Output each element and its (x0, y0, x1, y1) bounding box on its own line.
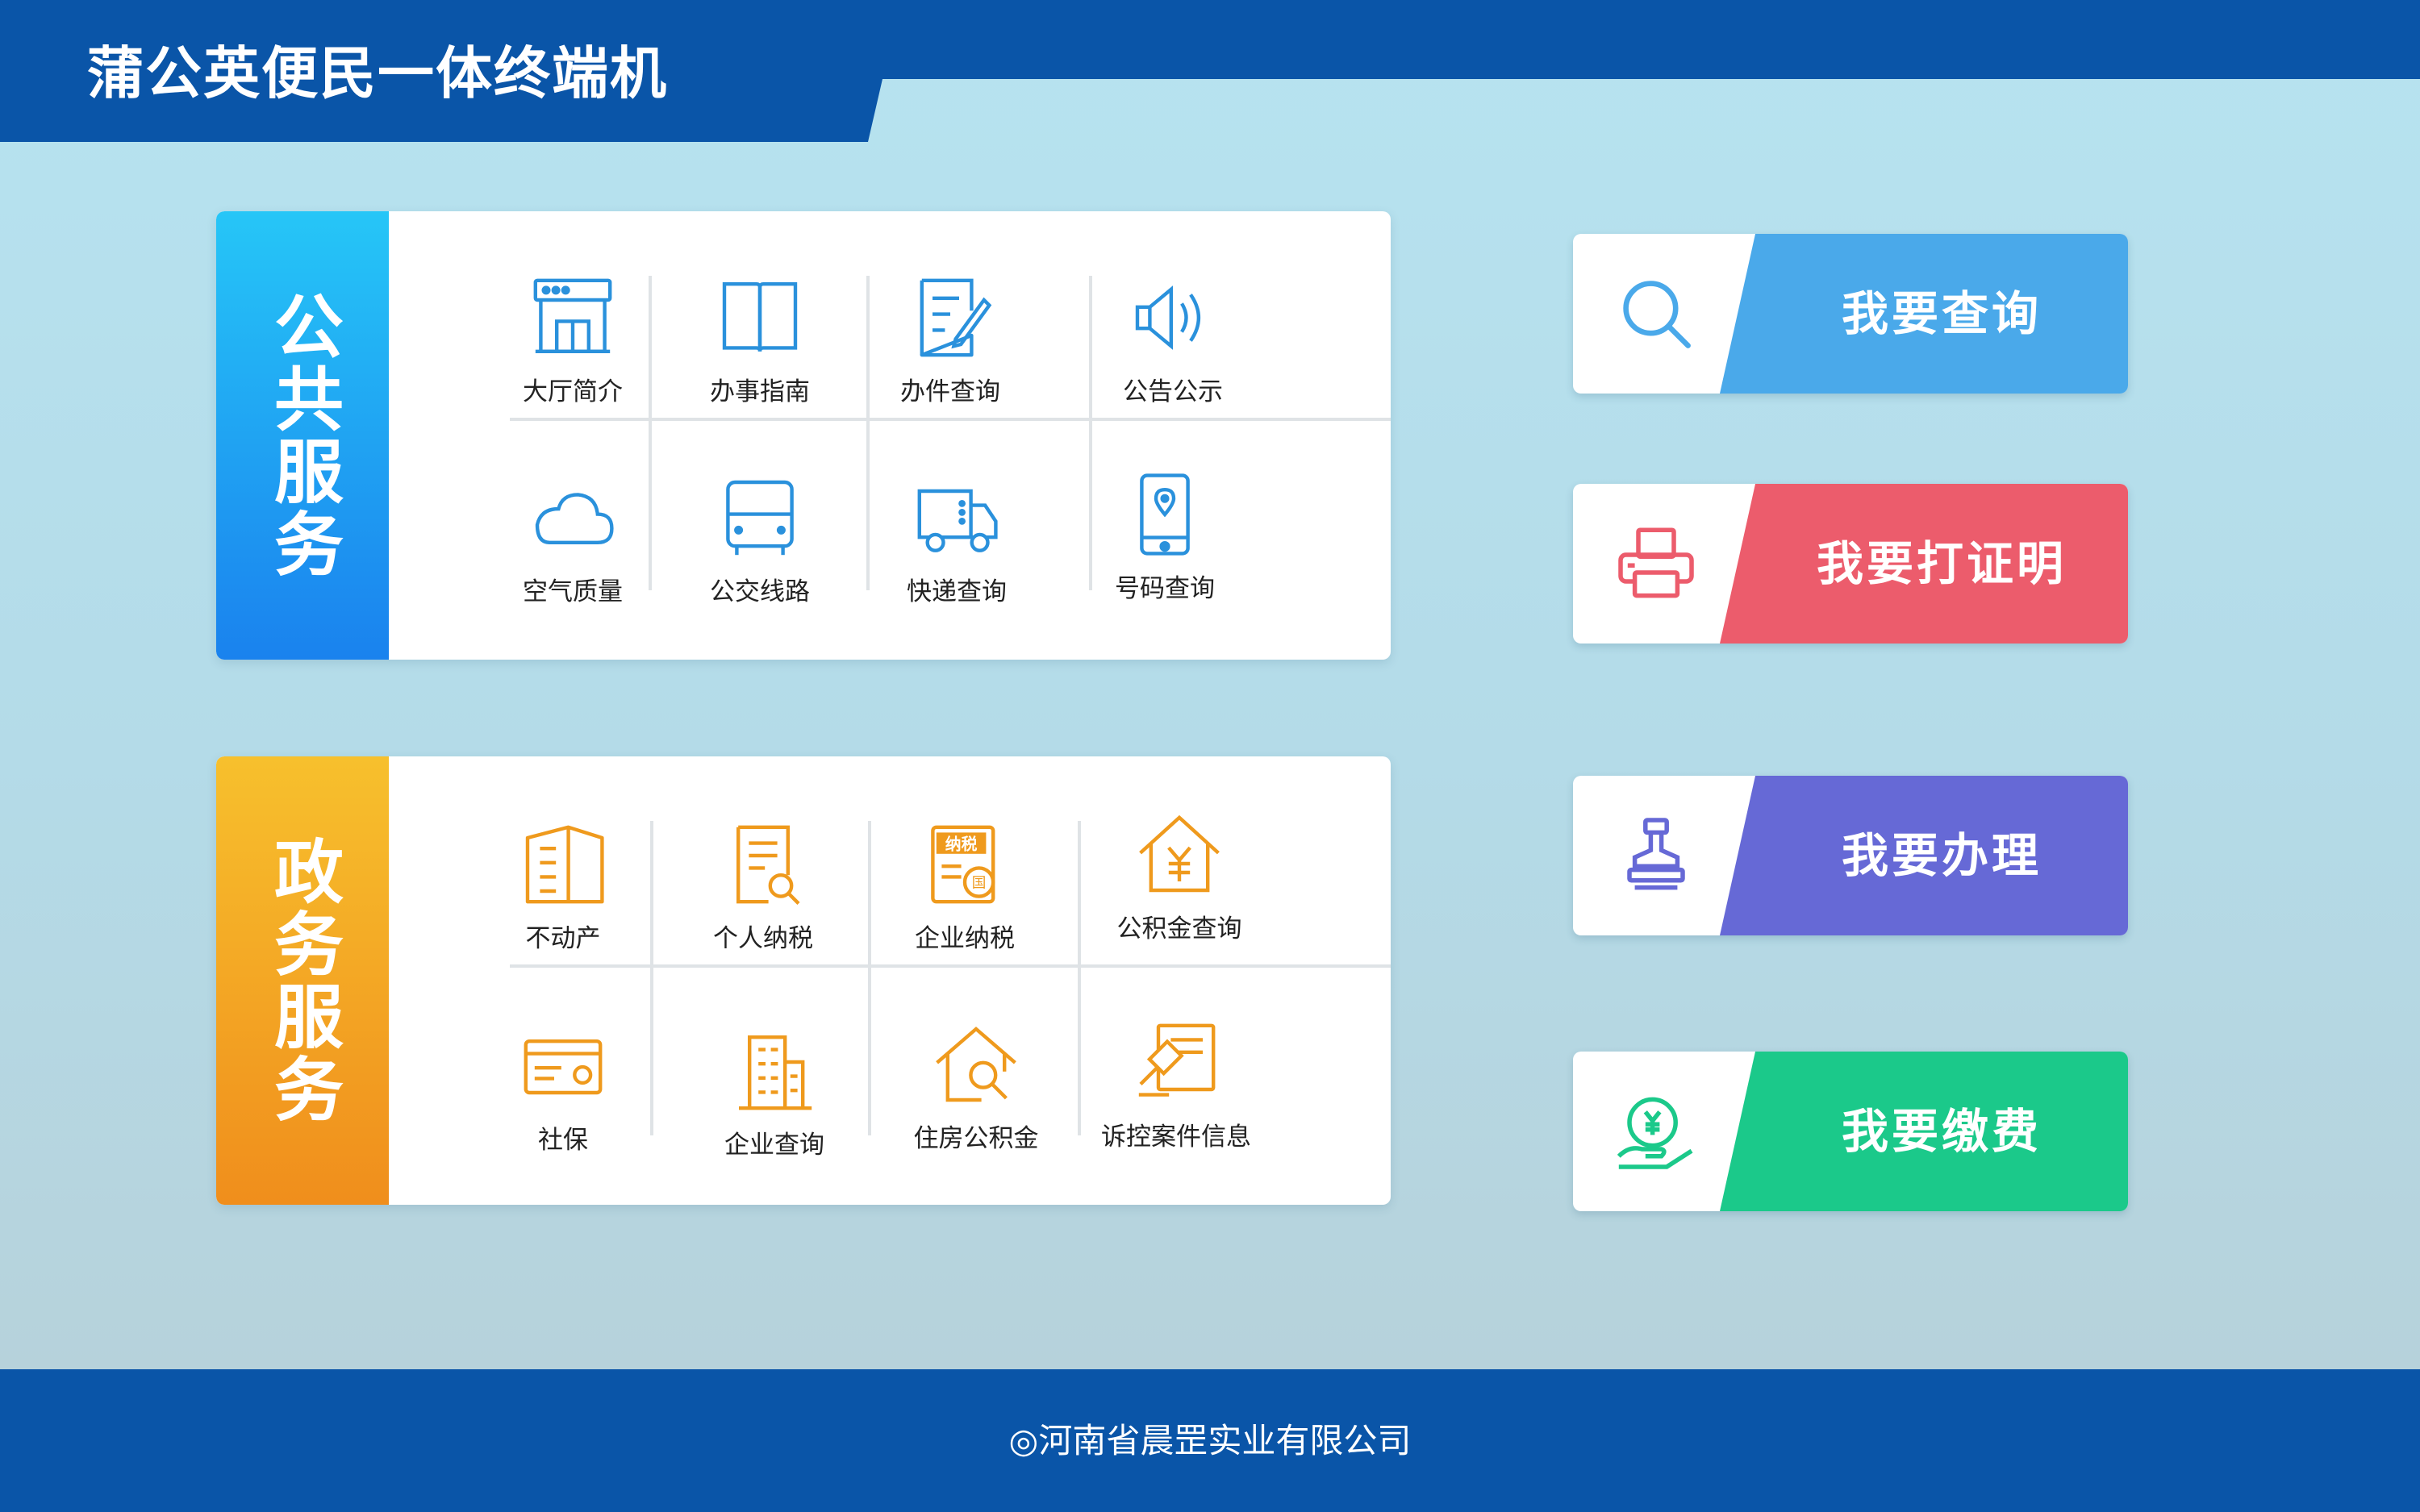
tile-label: 办件查询 (900, 371, 1000, 407)
public-services-label-block: 公共服务 (216, 211, 389, 660)
truck-icon (908, 469, 1005, 566)
query-button[interactable]: 我要查询 (1573, 234, 2128, 394)
tile-real-estate[interactable]: 不动产 (466, 816, 660, 977)
payment-button-label: 我要缴费 (1755, 1052, 2128, 1211)
gov-services-panel: 政务服务 不动产 (216, 756, 1391, 1205)
tile-label: 不动产 (526, 918, 601, 954)
bus-icon (711, 469, 808, 566)
tile-personal-tax[interactable]: 个人纳税 (666, 816, 860, 977)
tile-label: 诉控案件信息 (1101, 1116, 1251, 1152)
tile-label: 住房公积金 (914, 1118, 1039, 1154)
public-services-panel: 公共服务 大厅简介 (216, 211, 1391, 660)
tile-label: 快递查询 (907, 571, 1007, 607)
print-certificate-button[interactable]: 我要打证明 (1573, 484, 2128, 644)
handle-button[interactable]: 我要办理 (1573, 776, 2128, 935)
search-icon (1612, 269, 1700, 358)
public-services-grid: 大厅简介 办事指南 (389, 211, 1391, 660)
gov-services-label: 政务服务 (252, 835, 353, 1126)
tile-air-quality[interactable]: 空气质量 (476, 469, 670, 631)
gov-services-label-block: 政务服务 (216, 756, 389, 1205)
svg-text:国: 国 (972, 876, 987, 892)
tile-hall-intro[interactable]: 大厅简介 (476, 269, 670, 431)
tile-litigation-info[interactable]: 诉控案件信息 (1079, 1014, 1273, 1176)
phone-location-icon (1116, 466, 1213, 563)
house-yuan-icon (1131, 806, 1228, 903)
office-building-icon (726, 1023, 823, 1119)
tile-label: 公告公示 (1123, 371, 1223, 407)
print-certificate-button-label: 我要打证明 (1755, 484, 2128, 644)
tax-stamp-icon: 纳税 国 (916, 816, 1013, 913)
building-icon (515, 816, 611, 913)
tile-express-query[interactable]: 快递查询 (860, 469, 1054, 631)
svg-text:纳税: 纳税 (945, 835, 978, 853)
public-services-label: 公共服务 (252, 290, 353, 581)
tile-label: 空气质量 (523, 571, 623, 607)
tile-corporate-tax[interactable]: 纳税 国 企业纳税 (868, 816, 1062, 977)
tile-label: 公交线路 (710, 571, 810, 607)
tile-company-query[interactable]: 企业查询 (678, 1023, 871, 1184)
document-search-icon (715, 816, 812, 913)
tile-announcement[interactable]: 公告公示 (1076, 269, 1270, 431)
gavel-icon (1128, 1014, 1225, 1111)
tile-social-security[interactable]: 社保 (466, 1018, 660, 1179)
payment-button[interactable]: 我要缴费 (1573, 1052, 2128, 1211)
tile-number-query[interactable]: 号码查询 (1068, 466, 1262, 627)
hall-icon (524, 269, 621, 366)
document-edit-icon (902, 269, 999, 366)
book-icon (711, 269, 808, 366)
tile-provident-fund-query[interactable]: 公积金查询 (1083, 806, 1276, 968)
card-icon (515, 1018, 611, 1114)
tile-label: 企业查询 (724, 1124, 824, 1160)
tile-label: 办事指南 (710, 371, 810, 407)
query-button-label: 我要查询 (1755, 234, 2128, 394)
stamp-icon (1612, 811, 1700, 900)
tile-label: 个人纳税 (713, 918, 813, 954)
house-search-icon (928, 1016, 1024, 1113)
tile-label: 大厅简介 (523, 371, 623, 407)
tile-label: 号码查询 (1115, 568, 1215, 604)
footer-copyright: ◎河南省晨罡实业有限公司 (0, 1369, 2420, 1512)
speaker-icon (1124, 269, 1221, 366)
tile-label: 社保 (538, 1119, 588, 1156)
cloud-icon (524, 469, 621, 566)
tile-label: 公积金查询 (1117, 908, 1242, 944)
footer: ◎河南省晨罡实业有限公司 (0, 1369, 2420, 1512)
tile-housing-fund[interactable]: 住房公积金 (879, 1016, 1073, 1177)
payment-icon (1612, 1087, 1700, 1176)
tile-bus-lines[interactable]: 公交线路 (663, 469, 857, 631)
tile-case-query[interactable]: 办件查询 (853, 269, 1047, 431)
printer-icon (1612, 519, 1700, 608)
app-title: 蒲公英便民一体终端机 (87, 37, 668, 110)
gov-services-grid: 不动产 个人纳税 纳税 (389, 756, 1391, 1205)
handle-button-label: 我要办理 (1755, 776, 2128, 935)
tile-label: 企业纳税 (915, 918, 1015, 954)
tile-service-guide[interactable]: 办事指南 (663, 269, 857, 431)
